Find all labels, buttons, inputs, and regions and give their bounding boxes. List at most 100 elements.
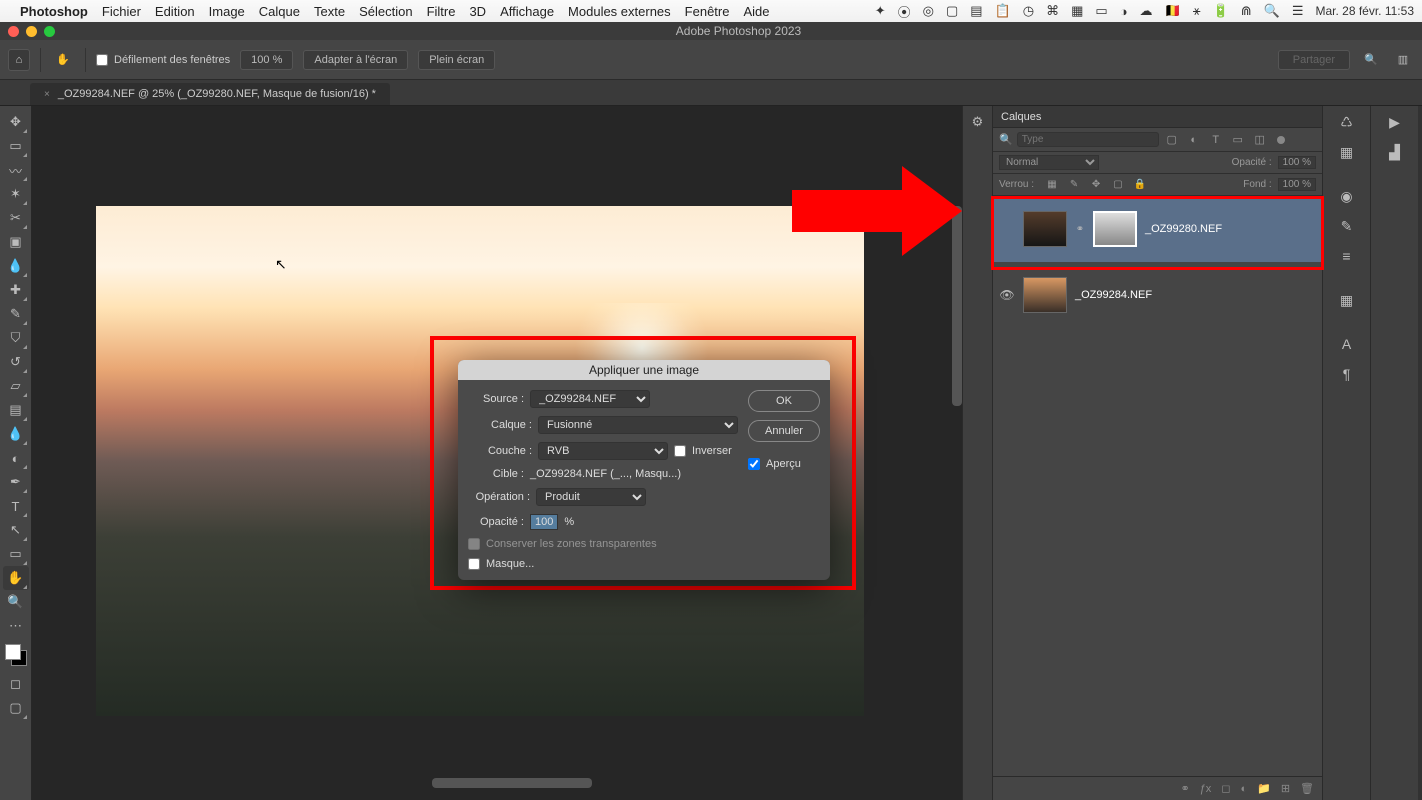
eraser-tool[interactable]: ▱ [3, 374, 29, 398]
horizontal-scrollbar[interactable] [432, 778, 592, 788]
fx-icon[interactable]: ƒx [1200, 783, 1212, 795]
calque-select[interactable]: Fusionné [538, 416, 738, 434]
share-button[interactable]: Partager [1278, 50, 1350, 70]
dodge-tool[interactable]: ◐ [3, 446, 29, 470]
menu-file[interactable]: Fichier [102, 4, 141, 19]
layer-row[interactable]: 👁 _OZ99284.NEF [993, 262, 1322, 328]
delete-icon[interactable]: 🗑 [1300, 782, 1314, 795]
cancel-button[interactable]: Annuler [748, 420, 820, 442]
menubar-bluetooth-icon[interactable]: ⚹ [1193, 3, 1201, 19]
layer-thumbnail[interactable] [1023, 277, 1067, 313]
actions-icon[interactable]: ▶ [1380, 110, 1410, 134]
group-icon[interactable]: 📁 [1257, 782, 1271, 795]
lock-artboard-icon[interactable]: ▢ [1110, 177, 1126, 193]
frame-tool[interactable]: ▣ [3, 230, 29, 254]
filter-type-icon[interactable]: T [1207, 131, 1225, 149]
close-tab-icon[interactable]: × [44, 89, 50, 100]
full-screen-button[interactable]: Plein écran [418, 50, 495, 70]
filter-adjust-icon[interactable]: ◐ [1185, 131, 1203, 149]
screenmode-tool[interactable]: ▢ [3, 696, 29, 720]
zoom-tool[interactable]: 🔍 [3, 590, 29, 614]
menu-view[interactable]: Affichage [500, 4, 554, 19]
operation-select[interactable]: Produit [536, 488, 646, 506]
brush-tool[interactable]: ✎ [3, 302, 29, 326]
marquee-tool[interactable]: ▭ [3, 134, 29, 158]
layer-row-selected[interactable]: ⚭ _OZ99280.NEF [993, 196, 1322, 262]
minimize-window-icon[interactable] [26, 26, 37, 37]
layer-thumbnail[interactable] [1023, 211, 1067, 247]
blur-tool[interactable]: 💧 [3, 422, 29, 446]
fit-screen-button[interactable]: Adapter à l'écran [303, 50, 408, 70]
type-tool[interactable]: T [3, 494, 29, 518]
brushsettings-icon[interactable]: ≡ [1332, 244, 1362, 268]
menu-window[interactable]: Fenêtre [685, 4, 730, 19]
mask-checkbox[interactable]: Masque... [468, 558, 738, 570]
lock-all-icon[interactable]: 🔒 [1132, 177, 1148, 193]
source-select[interactable]: _OZ99284.NEF [530, 390, 650, 408]
gradient-tool[interactable]: ▤ [3, 398, 29, 422]
workspace-icon[interactable]: ▥ [1392, 49, 1414, 71]
visibility-toggle[interactable]: 👁 [999, 288, 1015, 302]
app-name[interactable]: Photoshop [20, 4, 88, 19]
filter-toggle-icon[interactable] [1277, 136, 1285, 144]
preview-input[interactable] [748, 458, 760, 470]
filter-smart-icon[interactable]: ◫ [1251, 131, 1269, 149]
pen-tool[interactable]: ✒ [3, 470, 29, 494]
menubar-clock[interactable]: Mar. 28 févr. 11:53 [1315, 4, 1414, 18]
lock-pixel-icon[interactable]: ▦ [1044, 177, 1060, 193]
blend-mode-select[interactable]: Normal [999, 155, 1099, 170]
invert-input[interactable] [674, 445, 686, 457]
menubar-icon-clock[interactable]: ◷ [1023, 3, 1034, 19]
menu-text[interactable]: Texte [314, 4, 345, 19]
layer-name[interactable]: _OZ99284.NEF [1075, 289, 1152, 301]
libraries-icon[interactable]: ♺ [1332, 110, 1362, 134]
opacity-value[interactable]: 100 % [1278, 156, 1316, 169]
properties-icon[interactable]: ⚙ [966, 110, 990, 134]
lasso-tool[interactable]: 〰 [3, 158, 29, 182]
menu-layer[interactable]: Calque [259, 4, 300, 19]
canvas-area[interactable]: ↖ Appliquer une image Source : _OZ99284.… [32, 106, 962, 800]
mask-link-icon[interactable]: ⚭ [1075, 224, 1085, 235]
menubar-icon-rec[interactable]: ▢ [946, 3, 958, 19]
layer-filter-input[interactable] [1017, 132, 1159, 147]
menubar-icon-plug2[interactable]: ▦ [1071, 3, 1083, 19]
menubar-icon-stack[interactable]: ▤ [970, 3, 982, 19]
maximize-window-icon[interactable] [44, 26, 55, 37]
menubar-icon-display[interactable]: ▭ [1095, 3, 1107, 19]
heal-tool[interactable]: ✚ [3, 278, 29, 302]
swatches-icon[interactable]: ▦ [1332, 288, 1362, 312]
mask-input[interactable] [468, 558, 480, 570]
preview-checkbox[interactable]: Aperçu [748, 458, 820, 470]
color-panel-icon[interactable]: ◉ [1332, 184, 1362, 208]
layers-panel-tab[interactable]: Calques [1001, 111, 1041, 123]
ok-button[interactable]: OK [748, 390, 820, 412]
home-button[interactable]: ⌂ [8, 49, 30, 71]
history-brush-tool[interactable]: ↺ [3, 350, 29, 374]
menu-filter[interactable]: Filtre [427, 4, 456, 19]
menubar-flag-icon[interactable]: 🇧🇪 [1165, 3, 1181, 19]
filter-image-icon[interactable]: ▢ [1163, 131, 1181, 149]
menu-image[interactable]: Image [209, 4, 245, 19]
menubar-icon-2[interactable]: ⦿ [898, 2, 911, 21]
lock-brush-icon[interactable]: ✎ [1066, 177, 1082, 193]
layer-name[interactable]: _OZ99280.NEF [1145, 223, 1222, 235]
menubar-icon-app[interactable]: ◑ [1120, 4, 1128, 19]
histogram-icon[interactable]: ▟ [1380, 140, 1410, 164]
menubar-control-center-icon[interactable]: ☰ [1292, 3, 1304, 19]
stamp-tool[interactable]: ⛉ [3, 326, 29, 350]
invert-checkbox[interactable]: Inverser [674, 445, 732, 457]
layer-mask-thumbnail[interactable] [1093, 211, 1137, 247]
menubar-icon-1[interactable]: ✦ [875, 3, 886, 19]
more-tools[interactable]: ⋯ [3, 614, 29, 638]
menubar-search-icon[interactable]: 🔍 [1264, 3, 1280, 19]
brush-panel-icon[interactable]: ✎ [1332, 214, 1362, 238]
scroll-windows-checkbox[interactable]: Défilement des fenêtres [96, 54, 230, 66]
menu-select[interactable]: Sélection [359, 4, 412, 19]
new-layer-icon[interactable]: ⊞ [1281, 782, 1290, 795]
document-tab[interactable]: × _OZ99284.NEF @ 25% (_OZ99280.NEF, Masq… [30, 83, 390, 105]
adjustments-icon[interactable]: ▦ [1332, 140, 1362, 164]
lock-position-icon[interactable]: ✥ [1088, 177, 1104, 193]
menubar-battery-icon[interactable]: 🔋 [1213, 3, 1229, 19]
color-swatch[interactable] [5, 644, 27, 666]
quickmask-tool[interactable]: ◻ [3, 672, 29, 696]
